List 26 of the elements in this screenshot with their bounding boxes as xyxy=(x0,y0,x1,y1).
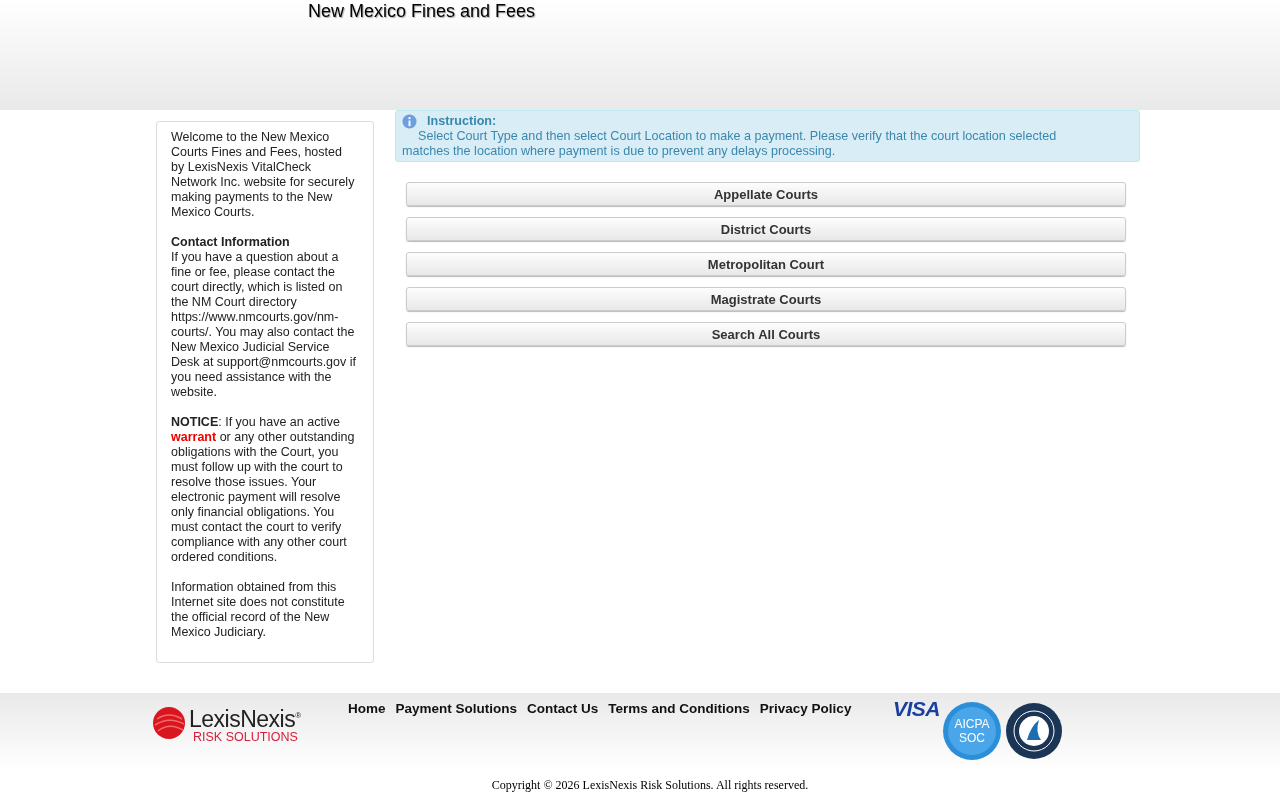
sail-seal-icon xyxy=(1005,702,1063,760)
logo-subtitle: RISK SOLUTIONS xyxy=(193,729,299,744)
court-type-button[interactable]: Metropolitan Court xyxy=(406,252,1126,276)
footer-link[interactable]: Contact Us xyxy=(527,701,599,716)
globe-logo-icon xyxy=(152,705,186,739)
instruction-heading: Instruction: xyxy=(427,114,497,129)
footer-link[interactable]: Privacy Policy xyxy=(759,701,852,716)
court-type-button[interactable]: District Courts xyxy=(406,217,1126,241)
visa-logo: VISA xyxy=(893,697,940,721)
aicpa-soc-badge: AICPA SOC xyxy=(942,701,1002,761)
court-type-button[interactable]: Magistrate Courts xyxy=(406,287,1126,311)
notice-text: NOTICE: If you have an active warrant or any other outstanding obligations with the Court, you must follow up with the court to resolve those issues. Your electronic payment will resolve only financial obligations. You must contact the court to verify compliance with any other court ordered conditions. xyxy=(171,415,356,565)
info-icon xyxy=(402,114,417,129)
footer-link[interactable]: Home xyxy=(348,701,386,716)
copyright-text: Copyright © 2026 LexisNexis Risk Solutions. All rights reserved. xyxy=(490,778,810,792)
contact-heading: Contact Information xyxy=(171,235,291,250)
footer-link[interactable]: Payment Solutions xyxy=(395,701,518,716)
court-type-button[interactable]: Search All Courts xyxy=(406,322,1126,346)
disclaimer-text: Information obtained from this Internet site does not constitute the official record of the New Mexico Judiciary. xyxy=(171,580,346,640)
logo-wordmark: LexisNexis$^{®}$ xyxy=(189,705,301,730)
instruction-text: Select Court Type and then select Court Location to make a payment. Please verify that the court location selected matches the location where payment is due to prevent any delays processing. xyxy=(402,129,1058,159)
site-title: New Mexico Fines and Fees xyxy=(308,0,536,22)
footer-link[interactable]: Terms and Conditions xyxy=(608,701,750,716)
contact-text: If you have a question about a fine or fee, please contact the court directly, which is listed on the NM Court directory https://www.nmcourts.gov/nm-courts/. You may also contact the New Mexico Judicial Service Desk at support@nmcourts.gov if you need assistance with the website. xyxy=(171,250,357,400)
welcome-text: Welcome to the New Mexico Courts Fines and Fees, hosted by LexisNexis VitalCheck Network Inc. website for securely making payments to the New Mexico Courts. xyxy=(171,130,356,220)
court-type-button[interactable]: Appellate Courts xyxy=(406,182,1126,206)
